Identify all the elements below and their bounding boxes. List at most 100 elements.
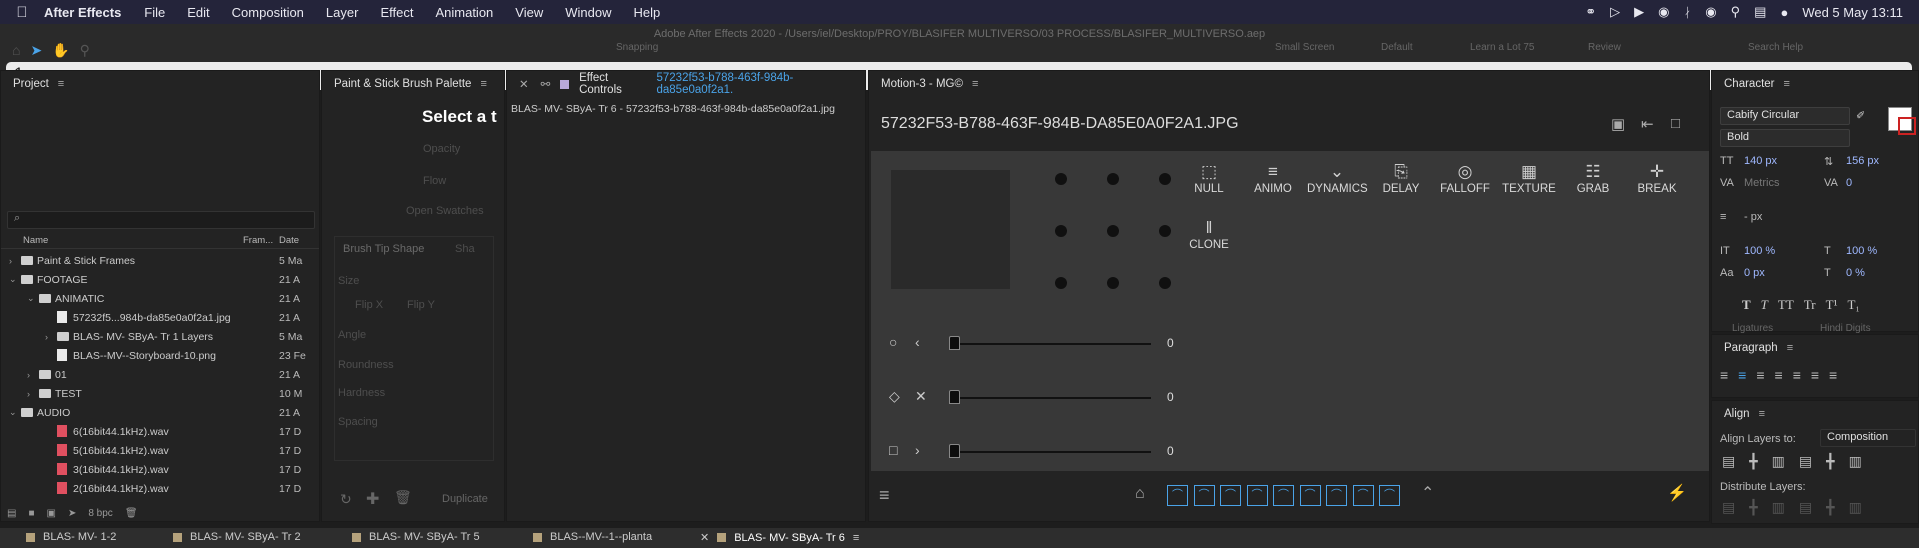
zoom-tool-icon[interactable]: ⚲ [80, 42, 90, 59]
list-item[interactable]: 2(16bit44.1kHz).wav 17 D [1, 479, 319, 498]
arrow-icon[interactable]: › [915, 442, 920, 458]
menu-window[interactable]: Window [554, 5, 622, 20]
distribute-right-icon[interactable]: ▥ [1849, 499, 1862, 516]
chevron-right-icon[interactable]: › [45, 332, 48, 342]
align-hcenter-icon[interactable]: ╋ [1749, 453, 1757, 470]
tsume-value[interactable]: 0 % [1846, 267, 1865, 279]
distribute-top-icon[interactable]: ▤ [1722, 499, 1735, 516]
trash-icon[interactable]: 🗑 [125, 508, 138, 519]
chevron-right-icon[interactable]: › [27, 370, 30, 380]
slider-track[interactable] [955, 343, 1151, 345]
hindi-digits-checkbox[interactable]: Hindi Digits [1820, 323, 1871, 334]
slider-thumb[interactable] [949, 390, 960, 404]
menu-icon[interactable]: ≡ [58, 78, 64, 90]
selection-tool-icon[interactable]: ➤ [30, 42, 42, 59]
chevron-right-icon[interactable]: › [9, 256, 12, 266]
tab-comp[interactable]: ✕ BLAS- MV- SByA- Tr 6 ≡ [700, 531, 859, 545]
hscale-value[interactable]: 100 % [1846, 245, 1877, 257]
list-item[interactable]: 57232f5...984b-da85e0a0f2a1.jpg 21 A [1, 308, 319, 327]
menu-icon[interactable]: ≡ [1787, 342, 1793, 354]
ease-curve-icon[interactable]: ⌒ [1220, 485, 1241, 506]
wifi-icon[interactable]: ◉ [1705, 4, 1716, 20]
chevron-right-icon[interactable]: › [27, 389, 30, 399]
menu-animation[interactable]: Animation [424, 5, 504, 20]
lock-icon[interactable]: ⚯ [541, 77, 551, 91]
menu-icon[interactable]: ≡ [853, 532, 859, 544]
new-folder-icon[interactable]: ■ [28, 508, 34, 519]
menu-icon[interactable]: ≡ [1784, 78, 1790, 90]
menu-effect[interactable]: Effect [369, 5, 424, 20]
hand-tool-icon[interactable]: ✋ [52, 42, 69, 59]
ease-curve-icon[interactable]: ⌒ [1379, 485, 1400, 506]
arrow-icon[interactable]: ✕ [915, 388, 927, 405]
align-right-icon[interactable]: ▥ [1772, 453, 1785, 470]
slider-thumb[interactable] [949, 336, 960, 350]
siri-icon[interactable]: ● [1780, 5, 1788, 20]
all-caps-button[interactable]: TT [1778, 297, 1794, 313]
align-center-icon[interactable]: ≡ [1738, 367, 1746, 383]
shape-icon[interactable]: ○ [889, 334, 897, 350]
workspace-default[interactable]: Default [1381, 42, 1413, 53]
tab-comp[interactable]: BLAS- MV- 1-2 [26, 531, 116, 543]
justify-right-icon[interactable]: ≡ [1811, 367, 1819, 383]
tab-comp[interactable]: BLAS--MV--1--planta [533, 531, 652, 543]
delay-button[interactable]: ⎘ DELAY [1371, 161, 1431, 195]
ease-curve-icon[interactable]: ⌒ [1167, 485, 1188, 506]
menu-help[interactable]: Help [622, 5, 671, 20]
bpc-label[interactable]: 8 bpc [88, 508, 112, 519]
menu-icon[interactable]: ≡ [972, 78, 978, 90]
anchor-point-dot[interactable] [1159, 173, 1171, 185]
list-item[interactable]: › TEST 10 M [1, 384, 319, 403]
play-icon[interactable]: ▷ [1610, 4, 1620, 20]
col-name[interactable]: Name [23, 235, 48, 246]
slider-value[interactable]: 0 [1167, 444, 1174, 458]
chevron-down-icon[interactable]: ⌄ [9, 407, 17, 418]
baseline-value[interactable]: 0 px [1744, 267, 1765, 279]
list-item[interactable]: 5(16bit44.1kHz).wav 17 D [1, 441, 319, 460]
new-comp-icon[interactable]: ▣ [47, 508, 56, 519]
bluetooth-icon[interactable]: ᛅ [1683, 5, 1691, 20]
justify-left-icon[interactable]: ≡ [1775, 367, 1783, 383]
ease-curve-icon[interactable]: ⌒ [1326, 485, 1347, 506]
texture-button[interactable]: ▦ TEXTURE [1499, 161, 1559, 195]
distribute-hcenter-icon[interactable]: ╋ [1826, 499, 1834, 516]
menu-view[interactable]: View [504, 5, 554, 20]
falloff-button[interactable]: ◎ FALLOFF [1435, 161, 1495, 195]
ease-curve-icon[interactable]: ⌒ [1352, 485, 1374, 506]
menu-icon[interactable]: ≡ [879, 485, 890, 506]
stroke-color-swatch[interactable] [1898, 117, 1916, 135]
justify-all-icon[interactable]: ≡ [1829, 367, 1837, 383]
col-frame[interactable]: Fram... [243, 235, 273, 246]
anchor-ease-icon[interactable]: ⌂ [1135, 485, 1145, 503]
workspace-small-screen[interactable]: Small Screen [1275, 42, 1334, 53]
font-family-select[interactable]: Cabify Circular [1720, 107, 1850, 125]
distribute-bottom-icon[interactable]: ▥ [1772, 499, 1785, 516]
stroke-width-value[interactable]: - px [1744, 211, 1762, 223]
vscale-value[interactable]: 100 % [1744, 245, 1775, 257]
record-icon[interactable]: ◉ [1658, 4, 1669, 20]
apple-icon[interactable]:  [0, 4, 44, 21]
null-button[interactable]: ⬚ NULL [1179, 161, 1239, 195]
list-item[interactable]: ⌄ ANIMATIC 21 A [1, 289, 319, 308]
back-icon[interactable]: ⇤ [1641, 115, 1654, 133]
clock[interactable]: Wed 5 May 13:11 [1802, 5, 1903, 20]
small-caps-button[interactable]: Tr [1804, 297, 1816, 313]
slider-thumb[interactable] [949, 444, 960, 458]
anchor-point-dot[interactable] [1107, 173, 1119, 185]
list-item[interactable]: › BLAS- MV- SByA- Tr 1 Layers 5 Ma [1, 327, 319, 346]
fit-icon[interactable]: ▣ [1611, 115, 1625, 133]
media-icon[interactable]: ▶ [1634, 4, 1644, 20]
kerning-value[interactable]: Metrics [1744, 177, 1779, 189]
slider-value[interactable]: 0 [1167, 336, 1174, 350]
chevron-down-icon[interactable]: ⌄ [9, 274, 17, 285]
chevron-up-icon[interactable]: ⌃ [1421, 483, 1434, 503]
slider-track[interactable] [955, 397, 1151, 399]
col-date[interactable]: Date [279, 235, 299, 246]
align-left-icon[interactable]: ▤ [1722, 453, 1735, 470]
shape-icon[interactable]: ◇ [889, 388, 900, 405]
ease-curve-icon[interactable]: ⌒ [1273, 485, 1294, 506]
justify-center-icon[interactable]: ≡ [1793, 367, 1801, 383]
reset-icon[interactable]: ↻ [340, 491, 352, 508]
anchor-point-dot[interactable] [1055, 173, 1067, 185]
list-item[interactable]: ⌄ FOOTAGE 21 A [1, 270, 319, 289]
